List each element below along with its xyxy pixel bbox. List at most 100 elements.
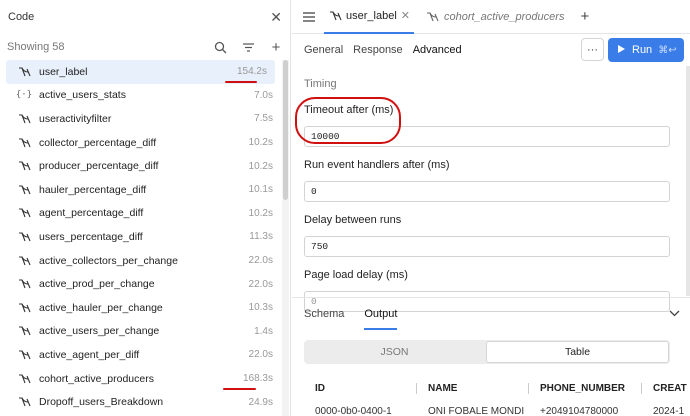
run-button[interactable]: Run ⌘↩ (608, 38, 684, 62)
close-panel-icon[interactable]: ✕ (270, 9, 282, 26)
list-item[interactable]: agent_percentage_diff 10.2s (0, 202, 281, 226)
query-name: users_percentage_diff (39, 230, 143, 243)
settings-scrollbar[interactable] (686, 66, 690, 296)
query-name: agent_percentage_diff (39, 207, 144, 220)
query-name: collector_percentage_diff (39, 136, 157, 149)
query-icon (17, 301, 31, 315)
add-icon[interactable]: + (269, 39, 283, 56)
tab-schema[interactable]: Schema (304, 298, 344, 330)
tab-cohort-active-producers[interactable]: cohort_active_producers (422, 0, 568, 34)
list-item[interactable]: hauler_percentage_diff 10.1s (0, 178, 281, 202)
list-item[interactable]: active_users_per_change 1.4s (0, 320, 281, 344)
tab-response[interactable]: Response (353, 44, 403, 56)
query-runtime: 10.2s (248, 137, 273, 149)
query-icon (17, 395, 31, 409)
event-handler-delay-input[interactable]: 0 (304, 181, 670, 202)
query-list: user_label 154.2s {·} active_users_stats 7.0… (0, 60, 281, 414)
app-root: Code ✕ Showing 58 + user_label 154.2s {·} a… (0, 0, 690, 416)
scrollbar-thumb[interactable] (283, 60, 288, 200)
code-panel-toolbar: Showing 58 + (0, 34, 290, 60)
table-view-button[interactable]: Table (486, 341, 669, 363)
query-icon (17, 112, 31, 126)
tab-output[interactable]: Output (364, 298, 398, 330)
tab-general[interactable]: General (304, 44, 343, 56)
column-header[interactable]: NAME (417, 382, 529, 394)
list-item[interactable]: cohort_active_producers 168.3s (0, 367, 281, 391)
table-cell: ONI FOBALE MONDI (428, 406, 525, 416)
menu-icon[interactable] (302, 10, 316, 24)
query-runtime: 10.1s (248, 184, 273, 196)
more-options-button[interactable]: ··· (581, 38, 604, 61)
list-item[interactable]: collector_percentage_diff 10.2s (0, 131, 281, 155)
search-icon[interactable] (213, 40, 227, 54)
query-runtime: 10.3s (248, 302, 273, 314)
query-name: user_label (39, 65, 88, 78)
query-name: active_agent_per_diff (39, 348, 140, 361)
query-name: active_prod_per_change (39, 278, 155, 291)
table-cell: 2024-1 (653, 406, 685, 416)
list-item[interactable]: active_agent_per_diff 22.0s (0, 343, 281, 367)
code-panel: Code ✕ Showing 58 + user_label 154.2s {·} a… (0, 0, 291, 416)
list-scrollbar[interactable] (282, 60, 289, 416)
tab-user-label[interactable]: user_label ✕ (324, 0, 414, 34)
column-header[interactable]: ID (304, 382, 417, 394)
query-icon (17, 159, 31, 173)
code-panel-header: Code ✕ (0, 0, 290, 34)
query-runtime: 168.3s (242, 373, 273, 385)
list-item[interactable]: active_collectors_per_change 22.0s (0, 249, 281, 273)
timing-section-title: Timing (304, 78, 337, 90)
query-runtime: 1.4s (254, 325, 273, 337)
play-icon (617, 44, 626, 57)
query-icon (17, 277, 31, 291)
query-runtime: 11.3s (249, 231, 273, 243)
query-name: active_users_per_change (39, 325, 160, 338)
query-icon (17, 206, 31, 220)
function-icon: {·} (15, 90, 33, 101)
page-load-delay-label: Page load delay (ms) (304, 269, 408, 281)
table-row[interactable]: 0000-0b0-0400-1 ONI FOBALE MONDI +204910… (304, 406, 690, 416)
query-runtime: 7.5s (254, 113, 273, 125)
results-tabs: Schema Output (292, 298, 690, 330)
view-toggle: JSON Table (304, 340, 670, 364)
chevron-down-icon[interactable] (669, 308, 680, 320)
query-icon (17, 324, 31, 338)
query-icon (17, 136, 31, 150)
event-handler-delay-label: Run event handlers after (ms) (304, 159, 450, 171)
delay-between-runs-label: Delay between runs (304, 214, 402, 226)
results-table-header: ID NAME PHONE_NUMBER CREAT (304, 374, 690, 402)
close-tab-icon[interactable]: ✕ (401, 9, 410, 22)
list-item[interactable]: producer_percentage_diff 10.2s (0, 154, 281, 178)
filter-icon[interactable] (241, 40, 255, 54)
query-name: useractivityfilter (39, 112, 112, 125)
list-item[interactable]: {·} active_users_stats 7.0s (0, 84, 281, 108)
query-runtime: 10.2s (248, 160, 273, 172)
query-name: cohort_active_producers (39, 372, 154, 385)
column-header[interactable]: CREAT (642, 383, 690, 394)
tab-label: user_label (346, 9, 397, 22)
run-shortcut: ⌘↩ (658, 44, 677, 56)
column-header[interactable]: PHONE_NUMBER (529, 382, 642, 394)
tab-label: cohort_active_producers (443, 10, 565, 23)
editor-panel: user_label ✕ cohort_active_producers + G… (292, 0, 690, 416)
query-runtime: 22.0s (248, 278, 273, 290)
query-icon (426, 10, 440, 24)
query-name: producer_percentage_diff (39, 160, 159, 173)
query-name: hauler_percentage_diff (39, 183, 147, 196)
code-panel-title: Code (8, 11, 35, 23)
query-count: Showing 58 (7, 41, 65, 53)
list-item[interactable]: useractivityfilter 7.5s (0, 107, 281, 131)
list-item[interactable]: active_hauler_per_change 10.3s (0, 296, 281, 320)
query-icon (17, 372, 31, 386)
delay-between-runs-input[interactable]: 750 (304, 236, 670, 257)
query-icon (17, 230, 31, 244)
list-item[interactable]: active_prod_per_change 22.0s (0, 272, 281, 296)
query-name: active_collectors_per_change (39, 254, 178, 267)
tab-advanced[interactable]: Advanced (413, 44, 462, 56)
list-item[interactable]: users_percentage_diff 11.3s (0, 225, 281, 249)
query-icon (17, 348, 31, 362)
list-item[interactable]: Dropoff_users_Breakdown 24.9s (0, 390, 281, 414)
new-tab-icon[interactable]: + (580, 8, 589, 25)
json-view-button[interactable]: JSON (304, 340, 485, 364)
results-panel: Schema Output JSON Table ID NAME PHONE_N… (292, 297, 690, 416)
table-cell: +2049104780000 (540, 406, 619, 416)
